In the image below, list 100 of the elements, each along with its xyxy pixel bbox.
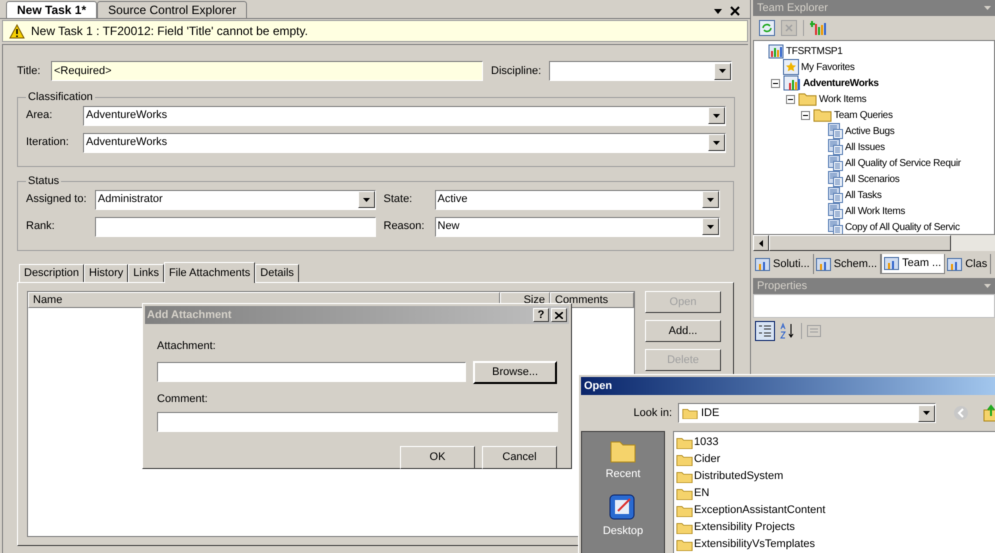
close-icon[interactable] (730, 6, 740, 16)
field-label: Assigned to: (26, 192, 88, 208)
folder-icon (676, 520, 693, 534)
document-tab[interactable]: New Task 1* (6, 1, 98, 18)
rank-field[interactable] (94, 216, 376, 236)
cancel-button[interactable]: Cancel (482, 446, 557, 469)
look-in-field[interactable]: IDE (678, 403, 936, 423)
tab[interactable]: History (84, 264, 128, 282)
folder-item[interactable]: Extensibility Projects (694, 519, 795, 536)
tree-item[interactable]: Active Bugs (845, 124, 895, 138)
folder-icon (798, 91, 817, 107)
query-icon (828, 139, 843, 155)
document-tab[interactable]: Source Control Explorer (97, 1, 248, 18)
query-icon (828, 155, 843, 171)
folder-item[interactable]: ExtensibilityVsTemplates (694, 536, 816, 553)
close-button[interactable] (551, 308, 567, 322)
tab[interactable]: File Attachments (164, 262, 256, 283)
field-label: Attachment: (157, 339, 217, 354)
panel-tab[interactable]: Soluti... (753, 254, 814, 274)
panel-tab[interactable]: Team ... (881, 254, 946, 274)
tree-item[interactable]: All Work Items (845, 204, 906, 218)
panel-tab[interactable]: Clas (945, 254, 992, 274)
caret-icon (706, 224, 714, 228)
folder-item[interactable]: ExceptionAssistantContent (694, 502, 826, 519)
dropdown-button[interactable] (358, 191, 374, 208)
look-in-label: Look in: (632, 406, 673, 421)
title-field[interactable]: <Required> (51, 61, 483, 81)
attachment-field[interactable] (157, 362, 466, 382)
query-icon (828, 219, 843, 234)
tree-item[interactable]: Team Queries (834, 108, 893, 122)
ok-button[interactable]: OK (400, 446, 475, 469)
tree-item[interactable]: All Tasks (845, 188, 882, 202)
help-button[interactable]: ? (533, 308, 549, 322)
tree-item[interactable]: Copy of All Quality of Servic (845, 220, 960, 234)
add-project-icon[interactable] (810, 20, 828, 36)
dropdown-field[interactable]: New (434, 216, 720, 236)
properties-object-field[interactable] (753, 294, 995, 318)
panel-tab-icon (947, 256, 964, 272)
panel-tab-icon (884, 256, 900, 271)
column-header[interactable]: Comments (550, 292, 634, 308)
discipline-field[interactable] (549, 61, 732, 81)
project-icon (783, 75, 801, 91)
dropdown-field[interactable]: Administrator (94, 190, 376, 210)
tab[interactable]: Details (255, 264, 299, 282)
panel-tab-icon (816, 256, 832, 272)
tree-item[interactable]: AdventureWorks (803, 76, 879, 90)
collapse-icon[interactable] (801, 110, 810, 120)
dropdown-field[interactable]: Active (434, 190, 720, 210)
dropdown-icon[interactable] (714, 8, 722, 14)
tree-item[interactable]: Work Items (819, 92, 866, 106)
place-item[interactable]: Recent (606, 438, 640, 482)
collapse-icon[interactable] (786, 94, 795, 104)
warning-icon (9, 24, 25, 38)
area-field[interactable]: AdventureWorks (83, 106, 726, 126)
area-field[interactable]: AdventureWorks (83, 132, 726, 152)
action-button[interactable]: Add... (645, 320, 721, 342)
browse-button[interactable]: Browse... (473, 360, 557, 384)
dropdown-button[interactable] (708, 134, 725, 151)
field-label: Title: (17, 64, 42, 79)
field-label: State: (384, 192, 414, 208)
comment-field[interactable] (157, 412, 558, 432)
folder-item[interactable]: 1033 (694, 434, 718, 451)
dropdown-button[interactable] (714, 62, 731, 80)
field-label: Reason: (384, 219, 426, 234)
folder-icon (676, 504, 693, 518)
tree-item[interactable]: TFSRTMSP1 (786, 44, 843, 58)
group-title: Classification (27, 90, 94, 105)
folder-icon (676, 452, 693, 466)
field-label: Area: (26, 108, 54, 124)
tree-item[interactable]: All Quality of Service Requir (845, 156, 961, 170)
panel-tab-icon (755, 256, 771, 272)
folder-icon (676, 486, 693, 500)
query-icon (828, 123, 843, 139)
refresh-icon[interactable] (759, 20, 775, 36)
collapse-icon[interactable] (771, 78, 780, 88)
folder-item[interactable]: Cider (694, 451, 720, 468)
tab[interactable]: Description (19, 264, 84, 282)
folder-icon (682, 406, 698, 420)
horizontal-scrollbar[interactable] (753, 235, 995, 251)
place-item[interactable]: Desktop (602, 492, 644, 539)
field-label: Rank: (26, 219, 56, 234)
dropdown-button[interactable] (702, 191, 718, 208)
categorized-icon[interactable] (755, 321, 775, 341)
caret-icon (362, 198, 370, 202)
close-icon (555, 312, 563, 318)
folder-icon (676, 470, 693, 484)
folder-item[interactable]: DistributedSystem (694, 468, 784, 485)
panel-tab-label: Team ... (902, 256, 942, 272)
left-arrow-icon[interactable] (759, 240, 763, 246)
tree-item[interactable]: All Scenarios (845, 172, 900, 186)
folder-icon (676, 436, 693, 450)
panel-tab-label: Soluti... (773, 256, 810, 272)
panel-tab[interactable]: Schem... (814, 254, 882, 274)
folder-item[interactable]: EN (694, 485, 710, 502)
warning-text: New Task 1 : TF20012: Field 'Title' cannot be empty. (31, 23, 308, 40)
tree-item[interactable]: All Issues (845, 140, 885, 154)
dropdown-button[interactable] (702, 218, 718, 235)
tree-item[interactable]: My Favorites (801, 60, 855, 74)
dropdown-button[interactable] (708, 107, 725, 124)
dropdown-button[interactable] (918, 404, 935, 422)
